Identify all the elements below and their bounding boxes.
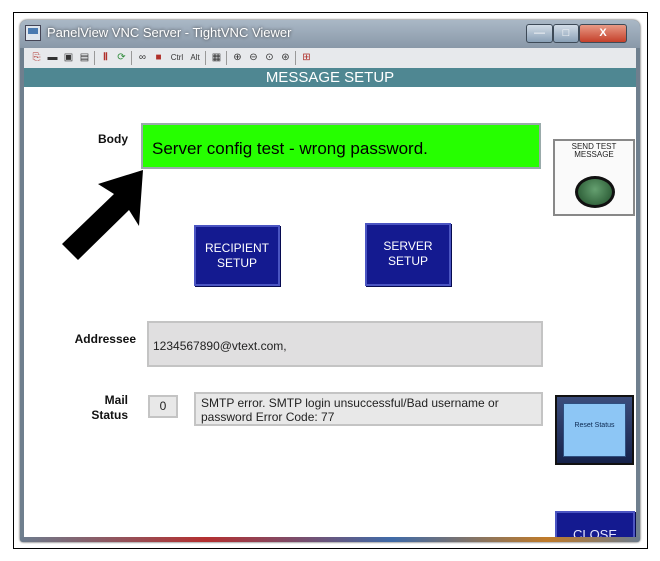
pause-icon[interactable]: Ⅱ bbox=[99, 51, 112, 64]
save-icon[interactable]: ▬ bbox=[46, 51, 59, 64]
reset-status-label: Reset Status bbox=[563, 403, 626, 457]
reset-status-button[interactable]: Reset Status bbox=[555, 395, 634, 465]
vnc-viewer-window: PanelView VNC Server - TightVNC Viewer —… bbox=[20, 20, 640, 542]
recipient-setup-button[interactable]: RECIPIENT SETUP bbox=[194, 225, 280, 286]
ctrl-key-icon[interactable]: Ctrl bbox=[168, 51, 186, 64]
close-window-button[interactable]: X bbox=[579, 24, 627, 43]
mail-status-label: Mail Status bbox=[91, 393, 128, 422]
toolbar: ⎘ ▬ ▣ ▤ Ⅱ ⟳ ∞ ■ Ctrl Alt ▦ ⊕ ⊖ ⊙ ⊛ ⊞ bbox=[24, 48, 636, 68]
toolbar-separator bbox=[131, 51, 132, 65]
send-test-message-button[interactable]: SEND TEST MESSAGE bbox=[553, 139, 635, 216]
properties-icon[interactable]: ▣ bbox=[62, 51, 75, 64]
title-bar[interactable]: PanelView VNC Server - TightVNC Viewer —… bbox=[20, 20, 640, 48]
window-title: PanelView VNC Server - TightVNC Viewer bbox=[47, 25, 292, 40]
send-ctrl-alt-del-icon[interactable]: ■ bbox=[152, 51, 165, 64]
pointer-arrow-icon bbox=[62, 170, 143, 260]
toolbar-separator bbox=[94, 51, 95, 65]
alt-key-icon[interactable]: Alt bbox=[188, 51, 202, 64]
clipboard-icon[interactable]: ▦ bbox=[210, 51, 223, 64]
fullscreen-icon[interactable]: ⊞ bbox=[300, 51, 313, 64]
app-icon bbox=[25, 25, 41, 41]
zoom-auto-icon[interactable]: ⊛ bbox=[279, 51, 292, 64]
status-message: SMTP error. SMTP login unsuccessful/Bad … bbox=[194, 392, 543, 426]
info-icon[interactable]: ▤ bbox=[78, 51, 91, 64]
addressee-label: Addressee bbox=[74, 332, 136, 346]
minimize-button[interactable]: — bbox=[526, 24, 553, 43]
toggle-fullscreen-icon[interactable]: ∞ bbox=[136, 51, 149, 64]
toolbar-separator bbox=[295, 51, 296, 65]
server-setup-button[interactable]: SERVER SETUP bbox=[365, 223, 451, 286]
body-field[interactable]: Server config test - wrong password. bbox=[141, 123, 541, 169]
remote-screen: MESSAGE SETUP Body Server config test - … bbox=[24, 68, 636, 542]
window-bottom-edge bbox=[20, 537, 640, 542]
status-code: 0 bbox=[148, 395, 178, 418]
zoom-in-icon[interactable]: ⊕ bbox=[231, 51, 244, 64]
addressee-field[interactable]: 1234567890@vtext.com, bbox=[147, 321, 543, 367]
toolbar-separator bbox=[205, 51, 206, 65]
send-button-knob[interactable] bbox=[575, 176, 615, 208]
zoom-100-icon[interactable]: ⊙ bbox=[263, 51, 276, 64]
zoom-out-icon[interactable]: ⊖ bbox=[247, 51, 260, 64]
send-test-message-label: SEND TEST MESSAGE bbox=[571, 142, 617, 159]
refresh-icon[interactable]: ⟳ bbox=[115, 51, 128, 64]
maximize-button[interactable]: □ bbox=[553, 24, 579, 43]
new-connection-icon[interactable]: ⎘ bbox=[30, 51, 43, 64]
toolbar-separator bbox=[226, 51, 227, 65]
